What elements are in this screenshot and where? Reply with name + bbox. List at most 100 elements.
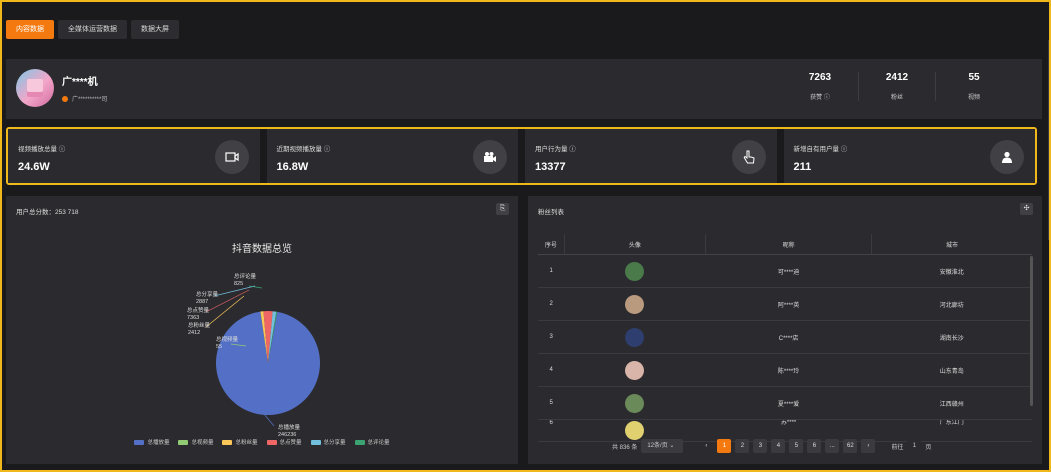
video-camera-icon [214, 140, 249, 174]
col-avatar: 头像 [564, 234, 707, 255]
legend-item[interactable]: 总粉丝量 [222, 438, 258, 446]
legend-label: 总视频量 [191, 440, 214, 446]
avatar [625, 360, 645, 380]
stat-videos: 55 视频 [935, 72, 1012, 101]
table-row[interactable]: 5 夏****爱 江西赣州 [538, 386, 1032, 420]
stat-videos-label: 视频 [967, 95, 980, 101]
tab-all-media[interactable]: 全媒体运营数据 [58, 20, 127, 39]
chart-legend: 总播放量 总视频量 总粉丝量 总点赞量 总分享量 总评论量 [6, 438, 518, 446]
col-no: 序号 [538, 234, 565, 255]
export-icon[interactable]: ⎘ [496, 203, 509, 215]
pie-label: 总视频量 [216, 335, 239, 343]
row-no: 3 [538, 320, 565, 354]
card-value: 16.8W [276, 161, 309, 173]
stat-fans-value: 2412 [885, 72, 909, 83]
pie-label: 总评论量 [234, 272, 257, 280]
legend-item[interactable]: 总评论量 [354, 438, 390, 446]
legend-swatch [222, 439, 233, 445]
shield-icon [62, 95, 68, 102]
stat-likes: 7263 获赞 ⓘ [782, 72, 858, 101]
card-user-actions: 用户行为量 ⓘ 13377 [525, 129, 777, 183]
page-button[interactable]: 5 [789, 439, 804, 453]
fans-table: 序号 头像 昵称 城市 1 可****迪 安徽淮北 2 阿****英 河北廊坊 3 … [538, 234, 1032, 442]
card-new-users: 新增自有用户量 ⓘ 211 [783, 129, 1035, 183]
legend-swatch [310, 439, 321, 445]
legend-label: 总播放量 [147, 440, 170, 446]
row-city: 安徽淮北 [871, 254, 1032, 288]
row-avatar [564, 353, 706, 387]
tab-content-data[interactable]: 内容数据 [6, 20, 54, 39]
stat-videos-value: 55 [968, 72, 980, 83]
legend-swatch [354, 439, 365, 445]
profile-id: 广**********司 [62, 94, 107, 103]
card-recent-plays: 近期视频播放量 ⓘ 16.8W [266, 129, 518, 183]
pie-label: 总点赞量 [187, 306, 210, 314]
scrollbar[interactable] [1030, 256, 1033, 406]
row-nick: C****店 [705, 320, 872, 354]
avatar [625, 393, 645, 413]
page-button[interactable]: 62 [843, 439, 858, 453]
table-row[interactable]: 3 C****店 湖南长沙 [538, 320, 1032, 354]
pie-value-label: 2887 [196, 299, 208, 305]
page-button[interactable]: 6 [807, 439, 822, 453]
row-avatar [564, 386, 706, 420]
next-page-button[interactable]: › [861, 439, 876, 453]
page-button[interactable]: 4 [771, 439, 786, 453]
row-city: 湖南长沙 [871, 320, 1032, 354]
row-no: 2 [538, 287, 565, 321]
row-nick: 可****迪 [705, 254, 872, 288]
tab-big-screen[interactable]: 数据大屏 [131, 20, 179, 39]
stat-fans: 2412 粉丝 [858, 72, 935, 101]
card-title: 视频播放总量 ⓘ [18, 146, 66, 153]
panel-header: 用户总分数：253 718 [16, 209, 79, 216]
legend-label: 总点赞量 [279, 440, 302, 446]
goto-label: 前往 [891, 444, 904, 451]
panel-header: 粉丝列表 [538, 209, 564, 216]
profile-name: 广****机 [62, 77, 98, 88]
page-size-select[interactable]: 12条/页 ⌄ [641, 439, 684, 453]
legend-item[interactable]: 总分享量 [310, 438, 346, 446]
table-row[interactable]: 4 陈****玲 山东青岛 [538, 353, 1032, 387]
pie-chart: 总播放量246236总视频量55总粉丝量2412总点赞量7363总分享量2887… [187, 272, 320, 438]
row-no: 6 [538, 419, 565, 442]
page-button[interactable]: 3 [753, 439, 768, 453]
legend-swatch [134, 439, 145, 445]
table-row[interactable]: 1 可****迪 安徽淮北 [538, 254, 1032, 288]
info-icon[interactable]: ⓘ [824, 95, 830, 101]
profile-stats: 7263 获赞 ⓘ 2412 粉丝 55 视频 [782, 72, 1012, 101]
legend-item[interactable]: 总播放量 [134, 438, 169, 446]
more-pages-button[interactable]: ... [825, 439, 840, 453]
row-avatar [564, 287, 706, 321]
expand-icon[interactable]: ✣ [1020, 203, 1033, 215]
pie-label: 总粉丝量 [188, 321, 211, 329]
prev-page-button[interactable]: ‹ [699, 439, 713, 453]
page-unit: 页 [925, 444, 932, 451]
row-nick: 阿****英 [705, 287, 872, 321]
legend-swatch [178, 439, 189, 445]
card-title: 用户行为量 ⓘ [535, 146, 576, 153]
table-row[interactable]: 2 阿****英 河北廊坊 [538, 287, 1032, 321]
legend-label: 总评论量 [367, 440, 390, 446]
card-total-plays: 视频播放总量 ⓘ 24.6W [8, 129, 260, 183]
page-button[interactable]: 1 [717, 439, 732, 453]
fans-panel: 粉丝列表 ✣ 序号 头像 昵称 城市 1 可****迪 安徽淮北 2 阿****英… [528, 196, 1042, 464]
avatar [625, 261, 645, 281]
legend-item[interactable]: 总视频量 [178, 438, 213, 446]
page-button[interactable]: 2 [735, 439, 750, 453]
metric-cards: 视频播放总量 ⓘ 24.6W 近期视频播放量 ⓘ 16.8W 用户行为量 ⓘ 1… [6, 127, 1037, 185]
avatar [625, 327, 645, 347]
profile-id-text: 广**********司 [72, 97, 108, 103]
legend-label: 总粉丝量 [235, 440, 258, 446]
pie-label-line [213, 285, 256, 297]
card-title: 新增自有用户量 ⓘ [793, 146, 848, 153]
legend-item[interactable]: 总点赞量 [266, 438, 302, 446]
table-header: 序号 头像 昵称 城市 [538, 234, 1032, 255]
goto-input[interactable]: 1 [907, 439, 922, 453]
row-no: 4 [538, 353, 565, 387]
card-value: 211 [793, 161, 812, 173]
card-value: 24.6W [18, 161, 50, 173]
pie-value-label: 7363 [187, 315, 199, 321]
overview-panel: 用户总分数：253 718 ⎘ 抖音数据总览 总播放量 246236 总视频量 55 总… [6, 196, 518, 464]
row-nick: 陈****玲 [705, 353, 872, 387]
avatar [625, 421, 645, 440]
